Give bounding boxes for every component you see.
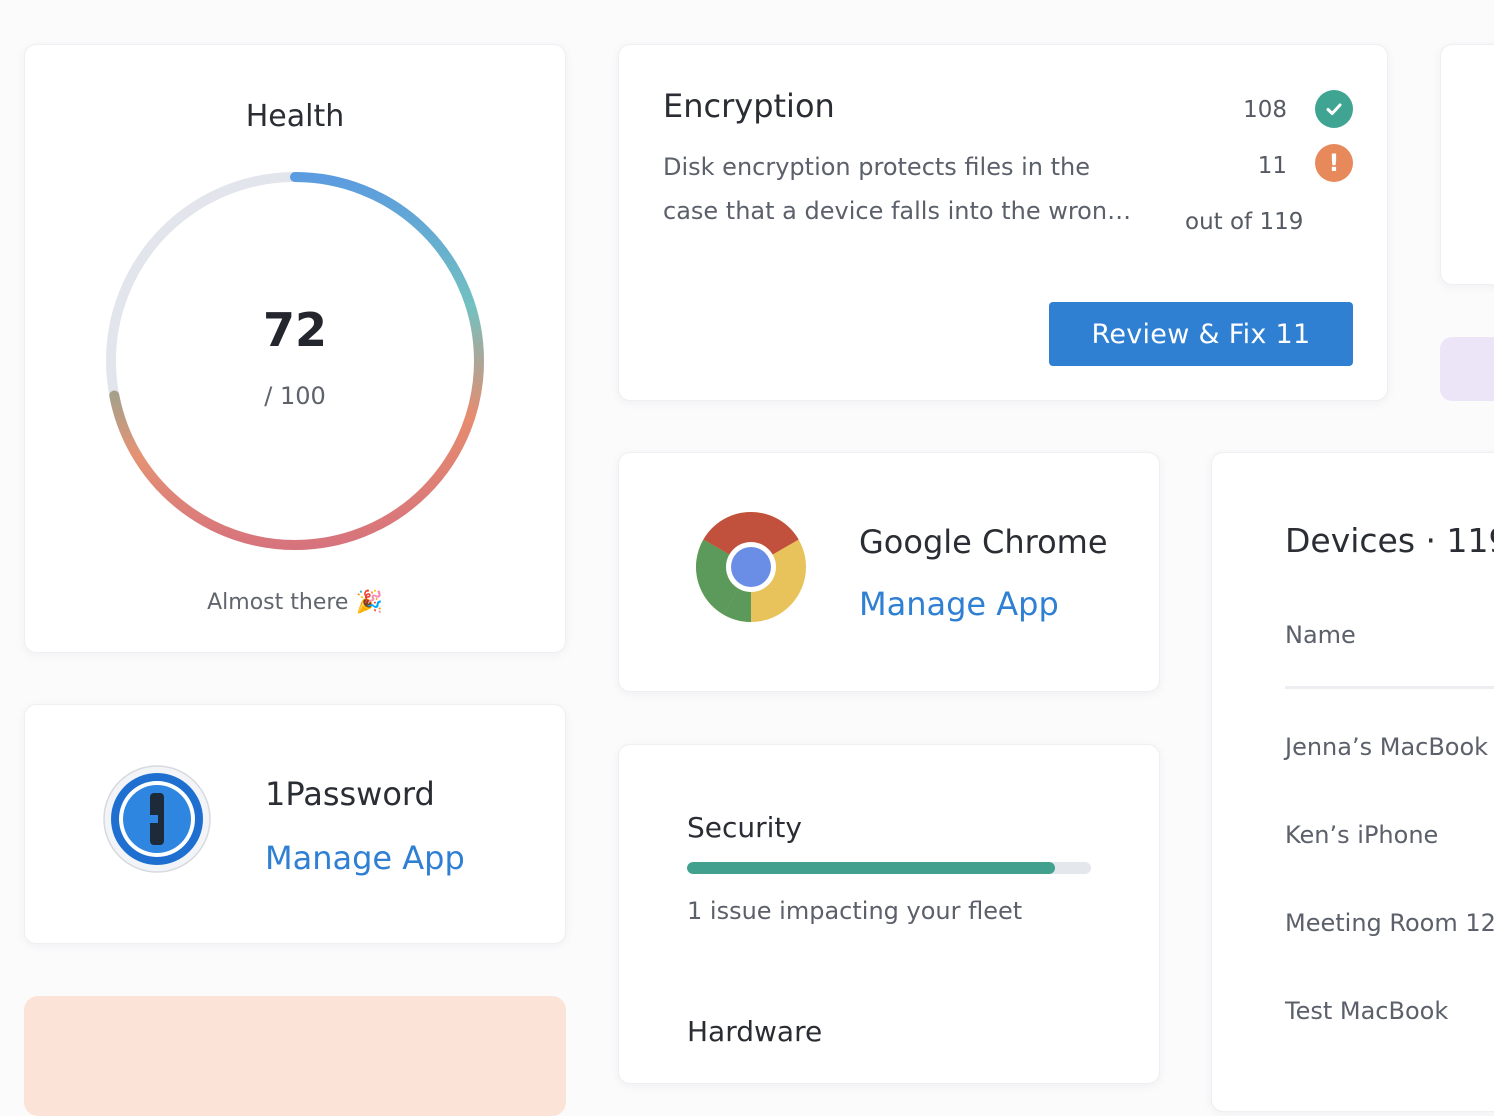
security-label: Security xyxy=(687,811,802,844)
health-card: Health 72 / 100 Almost there 🎉 xyxy=(24,44,566,653)
encryption-description: Disk encryption protects files in the ca… xyxy=(663,145,1143,233)
encryption-card: Encryption Disk encryption protects file… xyxy=(618,44,1388,401)
devices-column-header: Name xyxy=(1285,621,1356,649)
encryption-pass-count: 108 xyxy=(1243,97,1287,123)
health-max: / 100 xyxy=(264,382,326,410)
devices-card: Devices · 119 Name Jenna’s MacBook Ken’s… xyxy=(1211,452,1494,1112)
device-row[interactable]: Test MacBook xyxy=(1285,997,1448,1025)
security-card: Security 1 issue impacting your fleet Ha… xyxy=(618,744,1160,1084)
gauge-arc-tail xyxy=(109,390,300,550)
health-status-text: Almost there 🎉 xyxy=(207,590,383,615)
offscreen-pill xyxy=(1440,337,1494,401)
device-row[interactable]: Ken’s iPhone xyxy=(1285,821,1438,849)
check-icon xyxy=(1315,90,1353,128)
device-row[interactable]: Meeting Room 12 xyxy=(1285,909,1494,937)
promo-card xyxy=(24,996,566,1116)
health-gauge xyxy=(106,172,484,550)
encryption-fail-count: 11 xyxy=(1257,153,1287,179)
manage-app-link[interactable]: Manage App xyxy=(859,585,1059,623)
offscreen-card xyxy=(1440,44,1494,285)
app-card-chrome: Google Chrome Manage App xyxy=(618,452,1160,692)
review-fix-button[interactable]: Review & Fix 11 xyxy=(1049,302,1353,366)
encryption-description-line: Disk encryption protects files in the xyxy=(663,153,1091,181)
health-score: 72 xyxy=(262,303,327,357)
gauge-arc xyxy=(290,172,484,550)
encryption-total: out of 119 xyxy=(1185,209,1304,235)
encryption-description-line: case that a device falls into the wrong … xyxy=(663,197,1143,225)
app-name: 1Password xyxy=(265,775,435,813)
encryption-title: Encryption xyxy=(663,87,835,125)
app-name: Google Chrome xyxy=(859,523,1108,561)
devices-divider xyxy=(1285,686,1494,689)
chrome-icon xyxy=(696,512,806,622)
devices-title: Devices · 119 xyxy=(1285,521,1494,560)
security-progress-fill xyxy=(687,862,1055,874)
hardware-label: Hardware xyxy=(687,1015,823,1048)
onepassword-icon xyxy=(103,765,211,873)
app-card-1password: 1Password Manage App xyxy=(24,704,566,944)
security-progress-bar xyxy=(687,862,1091,874)
manage-app-link[interactable]: Manage App xyxy=(265,839,465,877)
security-note: 1 issue impacting your fleet xyxy=(687,897,1023,925)
health-title: Health xyxy=(245,99,345,134)
warning-icon: ! xyxy=(1315,144,1353,182)
device-row[interactable]: Jenna’s MacBook xyxy=(1285,733,1488,761)
